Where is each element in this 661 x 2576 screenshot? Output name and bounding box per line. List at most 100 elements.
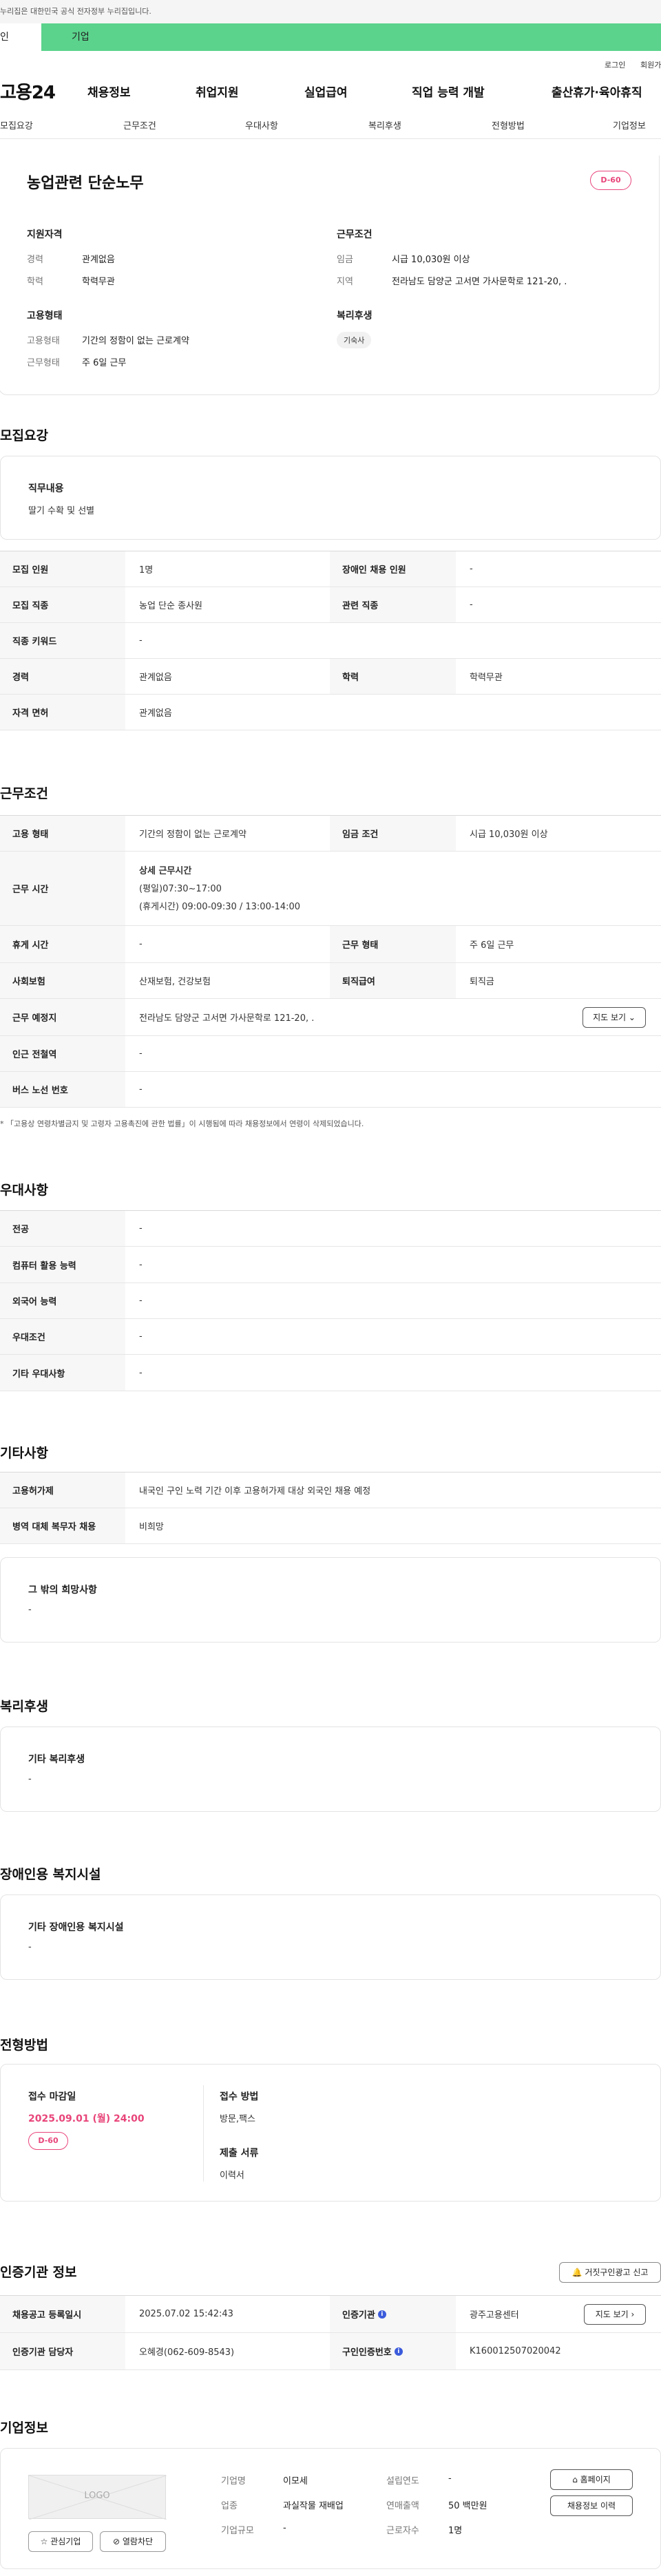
cert-no-label: 구인인증번호 [342, 2347, 392, 2358]
table-cell: 관계없음 [139, 673, 172, 683]
homepage-label: 홈페이지 [580, 2475, 611, 2484]
subnav-welfare[interactable]: 복리후생 [368, 118, 401, 131]
job-title: 농업관련 단순노무 [27, 175, 144, 192]
table-header: 자격 면허 [0, 695, 125, 730]
dday-badge: D-60 [590, 171, 631, 190]
work-time-detail-heading: 상세 근무시간 [139, 866, 192, 876]
deadline-value: 2025.09.01 (월) 24:00 [28, 2113, 145, 2124]
table-cell: 시급 10,030원 이상 [470, 830, 548, 840]
table-row: 전공 - [0, 1211, 661, 1247]
table-row: 버스 노선 번호 - [0, 1072, 661, 1108]
map-view-label: 지도 보기 [593, 1013, 627, 1022]
welfare-box: 기타 복리후생 - [0, 1727, 661, 1812]
table-cell: - [139, 1084, 143, 1095]
block-company-label: 열람차단 [122, 2537, 154, 2546]
report-fake-ad-button[interactable]: 🔔 거짓구인광고 신고 [559, 2262, 661, 2283]
table-cell: - [139, 1367, 143, 1378]
cert-table: 채용공고 등록일시 2025.07.02 15:42:43 인증기관 i 광주고용… [0, 2295, 661, 2370]
table-header: 고용허가제 [0, 1472, 125, 1508]
table-header: 모집 직종 [0, 587, 125, 622]
star-icon: ☆ [40, 2537, 48, 2546]
table-row: 우대조건 - [0, 1319, 661, 1355]
info-icon[interactable]: i [394, 2347, 403, 2356]
table-header: 퇴직급여 [330, 963, 456, 998]
table-header: 컴퓨터 활용 능력 [0, 1247, 125, 1282]
gnb-menu-jobs[interactable]: 채용정보 [87, 83, 131, 100]
disabled-box: 기타 장애인용 복지시설 - [0, 1894, 661, 1980]
career-label: 경력 [27, 255, 43, 265]
table-row: 모집 직종 농업 단순 종사원 관련 직종 - [0, 587, 661, 623]
subnav-company[interactable]: 기업정보 [613, 118, 646, 131]
table-header: 기타 우대사항 [0, 1355, 125, 1391]
table-header: 버스 노선 번호 [0, 1072, 125, 1107]
gnb-menu-leave[interactable]: 출산휴가·육아휴직 [552, 83, 642, 100]
work-time-line: (평일)07:30~17:00 [139, 884, 222, 894]
job-history-button[interactable]: 채용정보 이력 [550, 2495, 633, 2516]
subnav-recruit[interactable]: 모집요강 [0, 118, 33, 131]
table-row: 직종 키워드 - [0, 623, 661, 659]
subnav-selection[interactable]: 전형방법 [492, 118, 525, 131]
table-header: 관련 직종 [330, 587, 456, 622]
table-cell: 관계없음 [139, 708, 172, 719]
table-header: 인근 전철역 [0, 1036, 125, 1071]
table-row: 인근 전철역 - [0, 1036, 661, 1072]
table-cell: 퇴직금 [470, 977, 494, 987]
table-header: 병역 대체 복무자 채용 [0, 1508, 125, 1543]
table-row: 사회보험 산재보험, 건강보험 퇴직급여 퇴직금 [0, 963, 661, 999]
block-icon: ⊘ [112, 2537, 120, 2546]
method-value: 방문,팩스 [220, 2114, 255, 2124]
table-cell: 2025.07.02 15:42:43 [139, 2309, 233, 2319]
tab-individual[interactable]: 인 [0, 23, 41, 51]
table-header: 장애인 채용 인원 [330, 551, 456, 587]
favorite-company-button[interactable]: ☆ 관심기업 [28, 2531, 93, 2552]
subnav-preferred[interactable]: 우대사항 [245, 118, 278, 131]
table-row: 근무 시간 상세 근무시간 (평일)07:30~17:00 (휴게시간) 09:… [0, 852, 661, 926]
table-cell: 오혜경(062-609-8543) [139, 2347, 235, 2358]
homepage-button[interactable]: ⌂ 홈페이지 [550, 2469, 633, 2490]
wage-label: 임금 [337, 255, 353, 265]
table-row: 고용허가제 내국인 구인 노력 기간 이후 고용허가제 대상 외국인 채용 예정 [0, 1472, 661, 1508]
work-type-value: 주 6일 근무 [82, 358, 127, 368]
career-value: 관계없음 [82, 255, 115, 265]
table-header: 휴게 시간 [0, 926, 125, 962]
cert-map-button[interactable]: 지도 보기 › [584, 2304, 646, 2325]
table-cell: - [139, 1331, 143, 1342]
table-header: 직종 키워드 [0, 623, 125, 658]
gnb-menu-employment-support[interactable]: 취업지원 [196, 83, 239, 100]
table-header: 근무 예정지 [0, 999, 125, 1035]
table-header: 경력 [0, 659, 125, 694]
work-time-cell: 상세 근무시간 (평일)07:30~17:00 (휴게시간) 09:00-09:… [125, 852, 661, 925]
recruit-section-title: 모집요강 [0, 428, 48, 443]
disabled-box-heading: 기타 장애인용 복지시설 [28, 1922, 124, 1933]
gov-banner-text: 누리집은 대한민국 공식 전자정부 누리집입니다. [0, 7, 151, 16]
site-logo[interactable]: 고용24 [0, 78, 56, 104]
table-cell: - [139, 1048, 143, 1059]
region-label: 지역 [337, 277, 353, 287]
info-icon[interactable]: i [377, 2310, 386, 2319]
job-summary-card: 농업관련 단순노무 D-60 지원자격 경력 관계없음 학력 학력무관 고용형태… [0, 156, 660, 395]
founded-label: 설립연도 [386, 2476, 419, 2487]
gnb-menu-unemployment[interactable]: 실업급여 [304, 83, 348, 100]
cert-map-label: 지도 보기 [595, 2310, 629, 2319]
company-section-title: 기업정보 [0, 2420, 48, 2436]
table-header: 전공 [0, 1211, 125, 1246]
other-wishes-value: - [28, 1605, 32, 1615]
employment-heading: 고용형태 [27, 310, 63, 321]
company-size-label: 기업규모 [221, 2526, 254, 2536]
table-header: 학력 [330, 659, 456, 694]
chevron-right-icon: › [631, 2310, 635, 2319]
gnb-menu-training[interactable]: 직업 능력 개발 [412, 83, 485, 100]
map-view-button[interactable]: 지도 보기 ⌄ [583, 1007, 646, 1028]
table-row: 컴퓨터 활용 능력 - [0, 1247, 661, 1283]
tab-company[interactable]: 기업 [72, 23, 90, 51]
table-row: 인증기관 담당자 오혜경(062-609-8543) 구인인증번호 i K1600… [0, 2333, 661, 2370]
welfare-box-value: - [28, 1774, 32, 1784]
employment-type-label: 고용형태 [27, 336, 60, 346]
block-company-button[interactable]: ⊘ 열람차단 [100, 2531, 166, 2552]
subnav-conditions[interactable]: 근무조건 [123, 118, 156, 131]
table-cell: - [139, 635, 143, 646]
gov-banner: 누리집은 대한민국 공식 전자정부 누리집입니다. [0, 0, 661, 23]
table-header: 사회보험 [0, 963, 125, 998]
age-law-note: * 「고용상 연령차별금지 및 고령자 고용촉진에 관한 법률」이 시행됨에 따… [0, 1119, 364, 1128]
welfare-section-title: 복리후생 [0, 1699, 48, 1714]
